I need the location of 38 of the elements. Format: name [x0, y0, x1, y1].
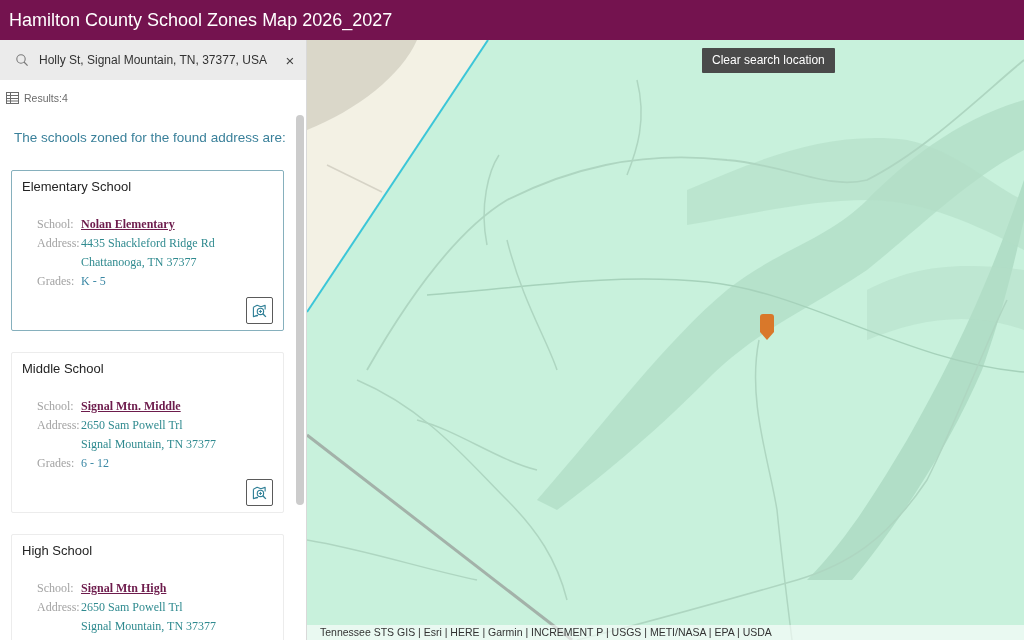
search-field[interactable]: Holly St, Signal Mountain, TN, 37377, USA × [0, 40, 306, 80]
address-value: 2650 Sam Powell Trl Signal Mountain, TN 37377 [81, 417, 217, 453]
field-label: Address: [37, 235, 81, 252]
table-icon [6, 91, 19, 104]
card-title: Elementary School [22, 178, 133, 196]
map-magnifier-icon [252, 485, 267, 500]
zoom-to-button[interactable] [246, 297, 273, 324]
field-label: Address: [37, 417, 81, 434]
field-label: Grades: [37, 273, 76, 290]
card-title: High School [22, 542, 94, 560]
app-title: Hamilton County School Zones Map 2026_2027 [9, 9, 393, 32]
address-value: 2650 Sam Powell Trl Signal Mountain, TN 37377 [81, 599, 217, 635]
location-pin-icon [760, 314, 774, 340]
field-value: 6 - 12 [81, 455, 109, 472]
school-link[interactable]: Signal Mtn. Middle [81, 397, 181, 416]
field-label: School: [37, 398, 75, 415]
field-value: K - 5 [81, 273, 106, 290]
field-label: Grades: [37, 455, 76, 472]
field-label: Address: [37, 599, 81, 616]
clear-search-location-button[interactable]: Clear search location [702, 48, 835, 73]
school-link[interactable]: Signal Mtn High [81, 579, 167, 598]
address-value: 4435 Shackleford Ridge Rd Chattanooga, TN 37377 [81, 235, 215, 271]
results-count: Results:4 [24, 90, 68, 105]
search-icon [16, 54, 28, 66]
school-card[interactable]: Middle School School: Signal Mtn. Middle Address:2650 Sam Powell Trl Signal Mountain, TN 37377 Grades: 6 - 12 [11, 352, 284, 513]
clear-search-button[interactable]: × [282, 51, 298, 69]
field-label: School: [37, 216, 75, 233]
school-link[interactable]: Nolan Elementary [81, 215, 175, 234]
school-card[interactable]: Elementary School School: Nolan Elementary Address:4435 Shackleford Ridge Rd Chattanooga, TN 37377 Grades: K - 5 [11, 170, 284, 331]
field-label: School: [37, 580, 75, 597]
results-heading: The schools zoned for the found address are: [14, 129, 284, 147]
card-title: Middle School [22, 360, 105, 378]
search-input[interactable]: Holly St, Signal Mountain, TN, 37377, USA [39, 50, 278, 70]
map-magnifier-icon [252, 303, 267, 318]
school-card[interactable]: High School School: Signal Mtn High Address:2650 Sam Powell Trl Signal Mountain, TN 37377 [11, 534, 284, 640]
map-attribution: Tennessee STS GIS | Esri | HERE | Garmin | INCREMENT P | USGS | METI/NASA | EPA | USDA [307, 625, 1024, 640]
scrollbar-thumb[interactable] [296, 115, 304, 505]
zoom-to-button[interactable] [246, 479, 273, 506]
